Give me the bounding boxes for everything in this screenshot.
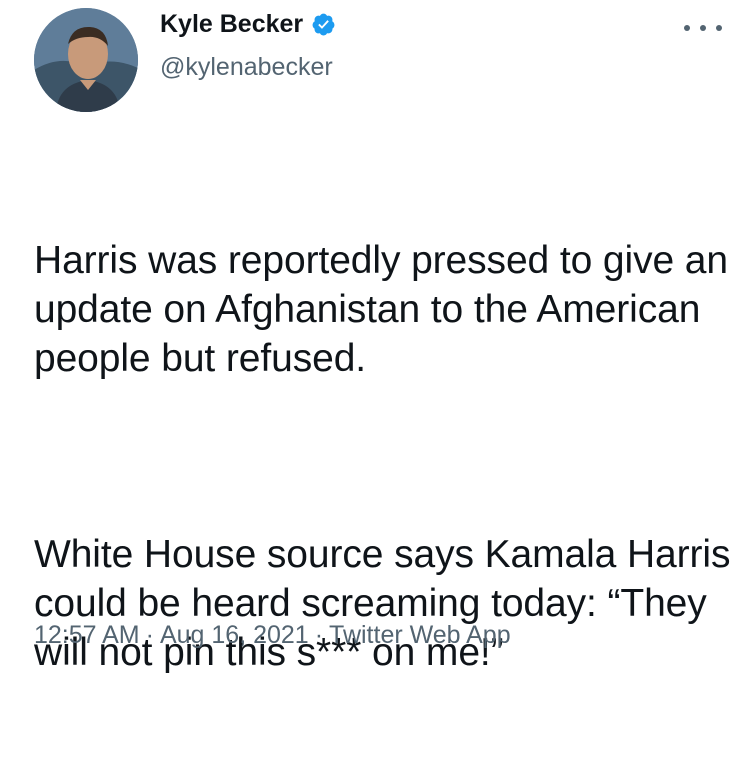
- more-dot: [684, 25, 690, 31]
- tweet-time[interactable]: 12:57 AM: [34, 620, 140, 650]
- verified-badge-icon: [311, 12, 336, 37]
- tweet-paragraph: Harris was reportedly pressed to give an…: [34, 239, 739, 380]
- more-dot: [716, 25, 722, 31]
- tweet-text: Harris was reportedly pressed to give an…: [34, 138, 734, 775]
- meta-separator: ·: [314, 621, 324, 649]
- author-display-name[interactable]: Kyle Becker: [160, 10, 303, 38]
- more-dot: [700, 25, 706, 31]
- avatar[interactable]: [34, 8, 138, 112]
- more-options-icon[interactable]: [684, 18, 722, 38]
- author-row: Kyle Becker: [160, 10, 336, 38]
- author-handle[interactable]: @kylenabecker: [160, 53, 333, 81]
- tweet-paragraph: White House source says Kamala Harris co…: [34, 533, 742, 674]
- tweet-card: Kyle Becker @kylenabecker Harris was rep…: [0, 0, 750, 675]
- meta-separator: ·: [145, 621, 154, 649]
- tweet-meta: 12:57 AM · Aug 16, 2021 · Twitter Web Ap…: [34, 620, 511, 650]
- tweet-source[interactable]: Twitter Web App: [329, 620, 511, 650]
- tweet-date[interactable]: Aug 16, 2021: [160, 620, 309, 650]
- avatar-photo: [34, 8, 138, 112]
